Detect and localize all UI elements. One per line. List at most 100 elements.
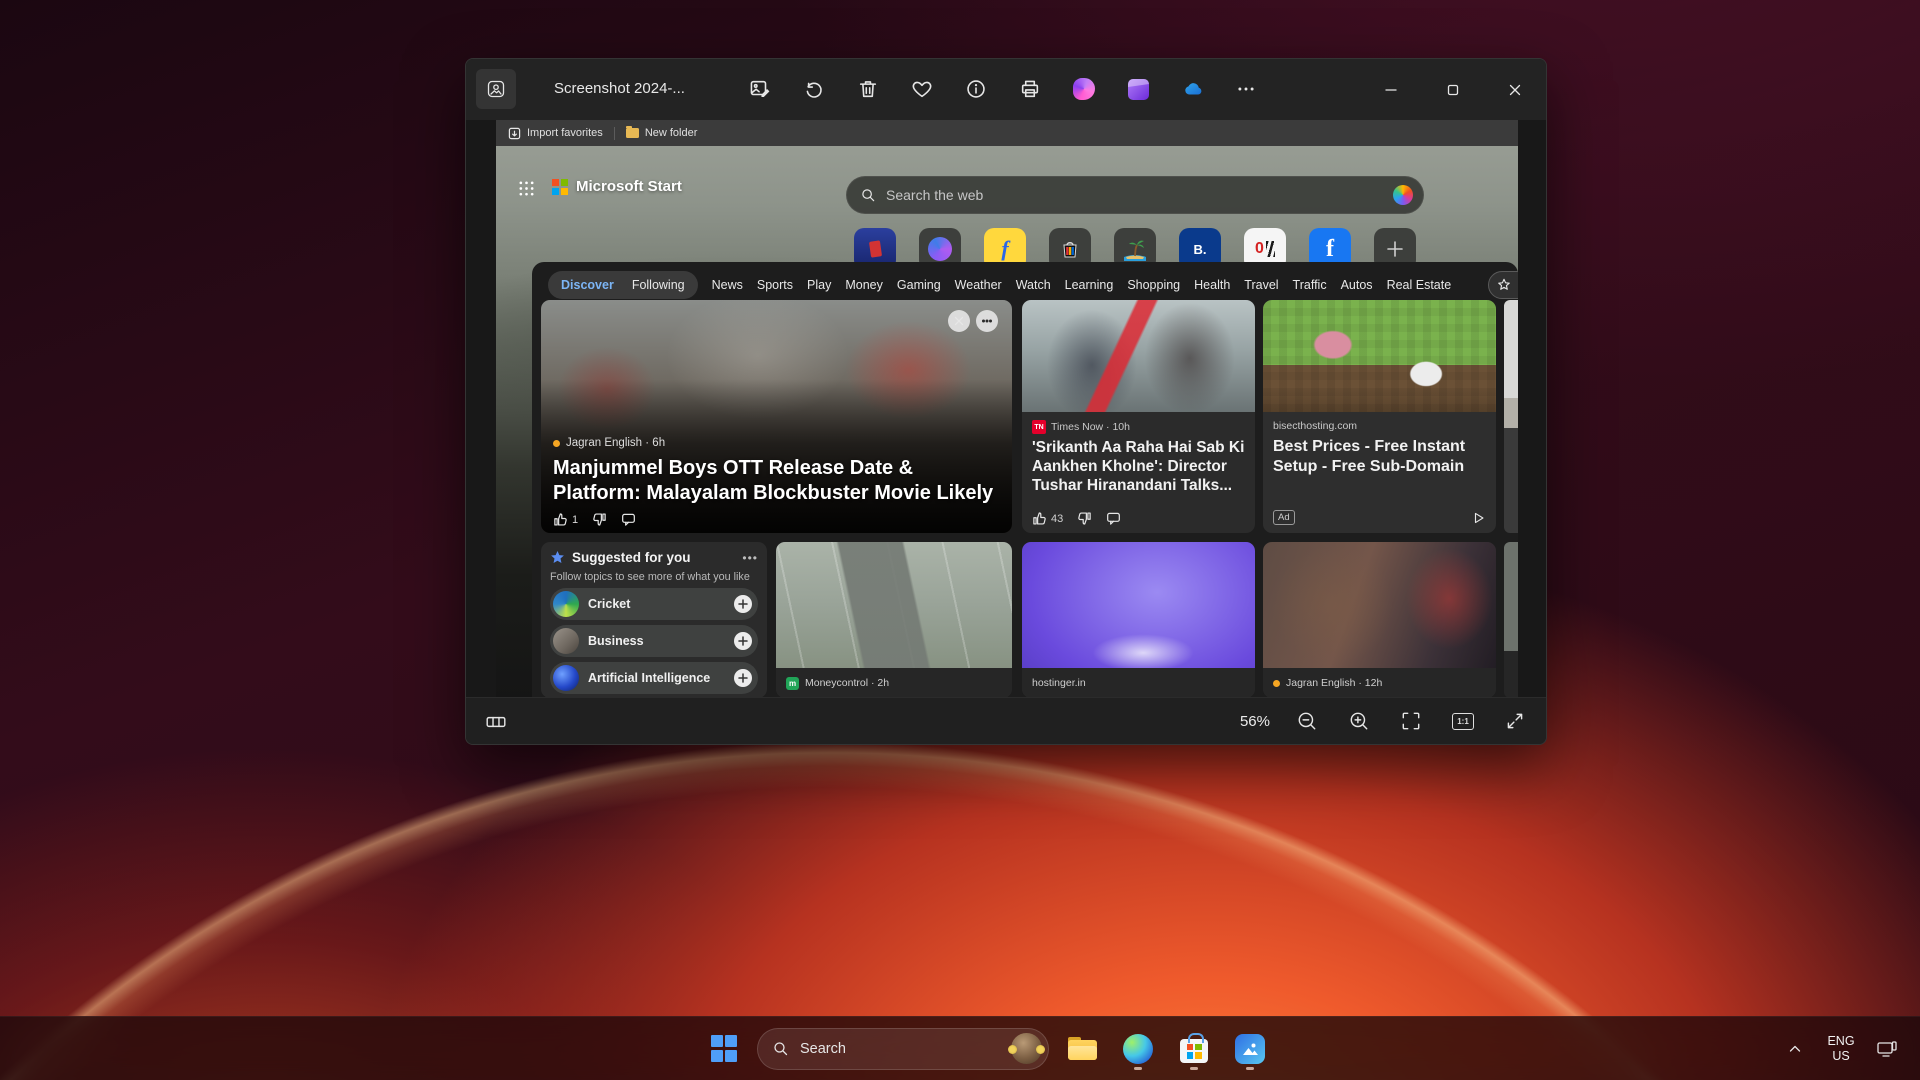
tab-discover: Discover	[561, 278, 614, 292]
running-indicator	[1246, 1066, 1254, 1070]
close-button[interactable]	[1484, 59, 1546, 120]
photos-canvas: Import favorites New folder Microsoft St…	[466, 120, 1546, 699]
search-icon	[774, 1041, 788, 1055]
topic-ai: Artificial Intelligence	[550, 662, 758, 694]
maximize-button[interactable]	[1422, 59, 1484, 120]
personalize-button-partial	[1488, 271, 1518, 299]
movie-news-card: Jagran English · 12h	[1263, 542, 1496, 698]
suggested-subtitle: Follow topics to see more of what you li…	[550, 571, 750, 583]
desktop-wallpaper: Screenshot 2024-... Import favorites New…	[0, 0, 1920, 1080]
search-icon	[862, 188, 875, 201]
virtual-touchpad-button[interactable]	[1868, 1029, 1906, 1069]
start-button[interactable]	[701, 1026, 747, 1072]
edit-image-button[interactable]	[743, 72, 777, 106]
tab-play: Play	[807, 278, 832, 292]
booking-icon: B.	[1193, 241, 1207, 257]
ad-source: bisecthosting.com	[1273, 420, 1358, 432]
fullscreen-button[interactable]	[1498, 704, 1532, 738]
tab-gaming: Gaming	[896, 278, 941, 292]
hostinger-source-line: hostinger.in	[1022, 668, 1255, 698]
fit-to-window-button[interactable]	[1394, 704, 1428, 738]
discover-following-pill: Discover Following	[548, 271, 698, 299]
suggested-star-icon	[551, 550, 564, 563]
tab-news: News	[711, 278, 743, 292]
favorite-button[interactable]	[905, 72, 939, 106]
hide-story-button	[948, 310, 970, 332]
search-highlight-image	[1008, 1033, 1045, 1064]
movie-card-image	[1263, 542, 1496, 668]
tab-health: Health	[1194, 278, 1231, 292]
photos-icon	[1235, 1033, 1265, 1064]
import-favorites-label: Import favorites	[527, 127, 603, 139]
news-card: TN Times Now · 10h 'Srikanth Aa Raha Hai…	[1022, 300, 1255, 533]
language-switcher[interactable]: ENG US	[1822, 1029, 1860, 1069]
print-button[interactable]	[1013, 72, 1047, 106]
running-indicator	[1134, 1066, 1142, 1070]
actual-size-button[interactable]: 1:1	[1446, 704, 1480, 738]
minimize-button[interactable]	[1360, 59, 1422, 120]
news-headline: 'Srikanth Aa Raha Hai Sab Ki Aankhen Kho…	[1032, 439, 1245, 494]
feed-nav-tabs: Discover Following News Sports Play Mone…	[548, 271, 1451, 299]
partial-card-sliver	[1504, 542, 1518, 698]
clipchamp-button[interactable]	[1121, 72, 1155, 106]
sparkle-star-icon	[1498, 278, 1510, 290]
copilot-icon	[1393, 185, 1413, 205]
more-options-button[interactable]	[1229, 72, 1263, 106]
tab-learning: Learning	[1064, 278, 1114, 292]
zoom-out-button[interactable]	[1290, 704, 1324, 738]
hero-news-card: Jagran English · 6h Manjummel Boys OTT R…	[541, 300, 1012, 533]
region-label: US	[1832, 1048, 1850, 1063]
rotate-button[interactable]	[797, 72, 831, 106]
traffic-card-image	[776, 542, 1012, 668]
like-button: 1	[553, 512, 578, 527]
news-source-line: TN Times Now · 10h	[1032, 420, 1245, 434]
zoom-in-button[interactable]	[1342, 704, 1376, 738]
web-search-box: Search the web	[846, 176, 1424, 214]
ad-play-icon	[1474, 512, 1484, 523]
photos-status-bar: 56% 1:1	[466, 697, 1546, 744]
microsoft-start-brand: Microsoft Start	[552, 178, 682, 195]
follow-topic-button	[734, 632, 752, 650]
language-label: ENG	[1827, 1033, 1855, 1048]
info-button[interactable]	[959, 72, 993, 106]
topic-business: Business	[550, 625, 758, 657]
onedrive-button[interactable]	[1175, 72, 1209, 106]
dislike-button	[592, 512, 607, 527]
photos-app-window: Screenshot 2024-... Import favorites New…	[465, 58, 1547, 745]
taskbar-search-box[interactable]: Search	[757, 1027, 1049, 1070]
photos-taskbar-button[interactable]	[1227, 1026, 1273, 1072]
microsoft-logo	[552, 178, 568, 195]
comment-button	[1106, 511, 1121, 526]
microsoft-store-button[interactable]	[1171, 1026, 1217, 1072]
taskbar-search-placeholder: Search	[800, 1040, 846, 1057]
follow-topic-button	[734, 595, 752, 613]
tab-autos: Autos	[1340, 278, 1373, 292]
moneycontrol-logo: m	[786, 676, 799, 690]
movie-source-line: Jagran English · 12h	[1263, 668, 1496, 698]
import-favorites-item: Import favorites	[508, 127, 603, 140]
tab-weather: Weather	[954, 278, 1002, 292]
news-feed-container: Discover Following News Sports Play Mone…	[532, 262, 1518, 698]
traffic-news-card: m Moneycontrol · 2h	[776, 542, 1012, 698]
card-options-button	[976, 310, 998, 332]
tab-shopping: Shopping	[1127, 278, 1181, 292]
window-title: Screenshot 2024-...	[554, 80, 685, 97]
ad-badge: Ad	[1273, 510, 1295, 525]
tray-overflow-button[interactable]	[1776, 1029, 1814, 1069]
hero-headline: Manjummel Boys OTT Release Date & Platfo…	[553, 457, 994, 504]
ad-card-image	[1263, 300, 1496, 412]
running-indicator	[1190, 1066, 1198, 1070]
suggested-title: Suggested for you	[572, 550, 691, 565]
new-folder-item: New folder	[625, 126, 697, 139]
viewed-image[interactable]: Import favorites New folder Microsoft St…	[496, 120, 1518, 699]
delete-button[interactable]	[851, 72, 885, 106]
windows-taskbar: Search ENG US	[0, 1016, 1920, 1080]
filmstrip-toggle-button[interactable]	[478, 706, 514, 738]
palm-tree-icon	[1124, 240, 1146, 261]
edge-button[interactable]	[1115, 1026, 1161, 1072]
tab-money: Money	[845, 278, 883, 292]
photos-app-logo[interactable]	[476, 69, 516, 109]
topic-cricket: Cricket	[550, 588, 758, 620]
designer-button[interactable]	[1067, 72, 1101, 106]
file-explorer-button[interactable]	[1059, 1026, 1105, 1072]
